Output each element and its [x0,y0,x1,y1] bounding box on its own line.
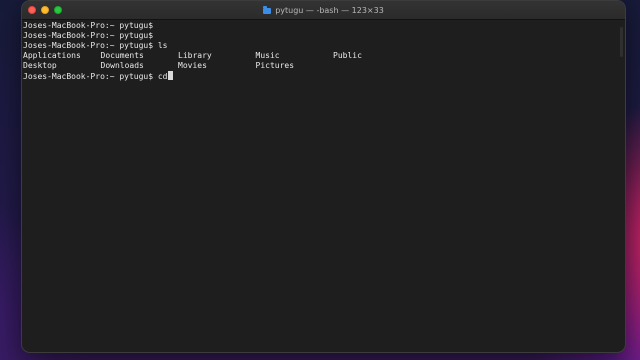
current-prompt: Joses-MacBook-Pro:~ pytugu$ [23,72,158,81]
ls-item: Documents [100,51,144,60]
current-input[interactable]: cd [158,72,168,81]
ls-item: Music [255,51,280,60]
ls-output-row: Desktop Downloads Movies Pictures [23,61,625,71]
ls-item: Downloads [100,61,144,70]
ls-item: Desktop [23,61,57,70]
ls-item: Pictures [255,61,295,70]
terminal-line: Joses-MacBook-Pro:~ pytugu$ [23,31,154,40]
window-title-text: pytugu — -bash — 123×33 [275,5,384,15]
folder-icon [263,5,272,14]
ls-item: Library [178,51,212,60]
text-cursor [167,71,173,80]
window-title: pytugu — -bash — 123×33 [22,1,625,19]
terminal-content[interactable]: Joses-MacBook-Pro:~ pytugu$ Joses-MacBoo… [22,20,625,352]
terminal-scrollbar[interactable] [620,27,623,57]
terminal-window[interactable]: pytugu — -bash — 123×33 Joses-MacBook-Pr… [21,0,626,353]
desktop-background: pytugu — -bash — 123×33 Joses-MacBook-Pr… [0,0,640,360]
terminal-line: Joses-MacBook-Pro:~ pytugu$ ls [23,41,168,50]
terminal-line: Joses-MacBook-Pro:~ pytugu$ [23,21,154,30]
ls-item: Applications [23,51,81,60]
ls-item: Public [333,51,362,60]
current-command-line[interactable]: Joses-MacBook-Pro:~ pytugu$ cd [23,71,625,81]
ls-output-row: Applications Documents Library Music Pub… [23,51,625,61]
ls-item: Movies [178,61,207,70]
window-titlebar[interactable]: pytugu — -bash — 123×33 [22,1,625,20]
